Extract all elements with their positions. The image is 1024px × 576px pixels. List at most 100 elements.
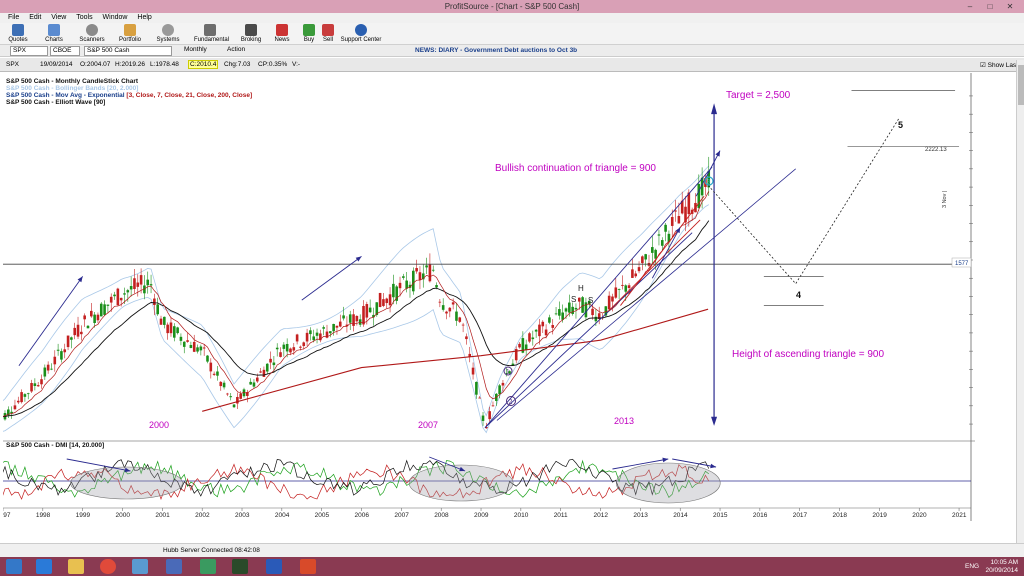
candle-body bbox=[448, 307, 452, 312]
candle-body bbox=[418, 272, 422, 281]
charts-button[interactable]: Charts bbox=[38, 24, 70, 45]
candle-body bbox=[644, 254, 647, 260]
candle-body bbox=[465, 336, 468, 340]
info-high: H:2019.26 bbox=[115, 61, 145, 68]
period-select[interactable]: Monthly bbox=[182, 46, 222, 56]
candle-body bbox=[40, 379, 43, 385]
show-last-checkbox[interactable]: ☑ Show Last bbox=[980, 61, 1018, 69]
price-chart[interactable]: 2500.0002400.0002300.0002200.0002100.000… bbox=[0, 73, 1001, 521]
taskbar: ENG 10:05 AM 20/09/2014 bbox=[0, 557, 1024, 576]
candle-body bbox=[654, 249, 657, 259]
start-button[interactable] bbox=[6, 559, 22, 574]
annotation-2013: 2013 bbox=[614, 416, 634, 426]
legend-ema-name: S&P 500 Cash - Mov Avg - Exponential bbox=[6, 92, 125, 99]
symbol-input[interactable]: SPX bbox=[10, 46, 48, 56]
candle-body bbox=[172, 326, 176, 338]
candle-body bbox=[262, 369, 266, 377]
portfolio-button[interactable]: Portfolio bbox=[114, 24, 146, 45]
menu-edit[interactable]: Edit bbox=[29, 13, 41, 23]
year-tick-label: 2000 bbox=[116, 512, 131, 519]
close-button[interactable]: ✕ bbox=[1000, 0, 1020, 13]
quotes-button[interactable]: Quotes bbox=[2, 24, 34, 45]
candle-body bbox=[299, 346, 302, 348]
app3-icon[interactable] bbox=[200, 559, 216, 574]
candle-body bbox=[564, 308, 568, 312]
candle-body bbox=[133, 278, 136, 290]
word-icon[interactable] bbox=[266, 559, 282, 574]
main-toolbar: Quotes Charts Scanners Portfolio Systems… bbox=[0, 23, 1024, 45]
exchange-field[interactable]: CBOE bbox=[50, 46, 80, 56]
candle-body bbox=[159, 318, 163, 325]
candle-body bbox=[53, 356, 57, 365]
wave-2-label: 2 bbox=[509, 399, 513, 406]
candle-body bbox=[348, 314, 352, 323]
candle-body bbox=[239, 393, 242, 399]
vertical-scrollbar[interactable] bbox=[1016, 60, 1024, 557]
candle-body bbox=[481, 415, 485, 421]
candle-body bbox=[491, 405, 495, 407]
explorer-icon[interactable] bbox=[68, 559, 84, 574]
candle-body bbox=[627, 285, 631, 288]
candle-body bbox=[176, 327, 179, 334]
quote-info-bar: SPX 19/09/2014 O:2004.07 H:2019.26 L:197… bbox=[0, 58, 1024, 72]
menu-tools[interactable]: Tools bbox=[76, 13, 92, 23]
candle-body bbox=[305, 332, 309, 342]
app-icon[interactable] bbox=[132, 559, 148, 574]
menu-help[interactable]: Help bbox=[137, 13, 151, 23]
security-name-field[interactable]: S&P 500 Cash bbox=[84, 46, 172, 56]
candle-body bbox=[136, 282, 140, 287]
menu-window[interactable]: Window bbox=[103, 13, 128, 23]
candle-body bbox=[368, 307, 372, 313]
maximize-button[interactable]: □ bbox=[980, 0, 1000, 13]
menu-file[interactable]: File bbox=[8, 13, 19, 23]
systems-button[interactable]: Systems bbox=[152, 24, 184, 45]
candle-body bbox=[322, 327, 325, 329]
candle-body bbox=[96, 314, 100, 321]
fundamental-button[interactable]: Fundamental bbox=[194, 24, 229, 45]
chart-background bbox=[3, 73, 975, 521]
language-indicator[interactable]: ENG bbox=[965, 563, 979, 570]
candle-body bbox=[129, 286, 133, 290]
candle-body bbox=[651, 247, 654, 253]
info-change-pct: CP:0.35% bbox=[258, 61, 288, 68]
broking-button[interactable]: Broking bbox=[235, 24, 267, 45]
candle-body bbox=[664, 224, 667, 232]
scanners-button[interactable]: Scanners bbox=[76, 24, 108, 45]
candle-body bbox=[551, 324, 555, 328]
portfolio-icon bbox=[124, 24, 136, 36]
minimize-button[interactable]: – bbox=[960, 0, 980, 13]
candle-body bbox=[591, 308, 594, 316]
chart-area[interactable]: 2500.0002400.0002300.0002200.0002100.000… bbox=[0, 73, 1001, 521]
candle-body bbox=[285, 343, 289, 352]
scrollbar-thumb[interactable] bbox=[1018, 65, 1024, 105]
candle-body bbox=[431, 269, 435, 271]
scanners-icon bbox=[86, 24, 98, 36]
candle-body bbox=[50, 368, 53, 370]
info-change: Chg:7.03 bbox=[224, 61, 251, 68]
chrome-icon[interactable] bbox=[100, 559, 116, 574]
candle-body bbox=[438, 301, 442, 303]
news-ticker[interactable]: NEWS: DIARY - Government Debt auctions t… bbox=[415, 47, 577, 54]
app4-icon[interactable] bbox=[232, 559, 248, 574]
candle-body bbox=[20, 392, 23, 403]
ie-icon[interactable] bbox=[36, 559, 52, 574]
candle-body bbox=[123, 293, 126, 295]
sell-icon bbox=[322, 24, 334, 36]
action-menu[interactable]: Action bbox=[225, 46, 257, 56]
pattern-head: H bbox=[578, 284, 584, 293]
app2-icon[interactable] bbox=[166, 559, 182, 574]
candle-body bbox=[169, 322, 173, 334]
candle-body bbox=[660, 240, 664, 246]
profitsource-icon[interactable] bbox=[300, 559, 316, 574]
candle-body bbox=[289, 348, 292, 353]
candle-body bbox=[435, 285, 438, 288]
candle-body bbox=[577, 297, 581, 302]
menu-view[interactable]: View bbox=[51, 13, 66, 23]
year-tick-label: 2006 bbox=[355, 512, 370, 519]
indicator-label: S&P 500 Cash - DMI [14, 20.000] bbox=[6, 442, 104, 449]
window-title: ProfitSource - [Chart - S&P 500 Cash] bbox=[444, 2, 580, 11]
support-center-button[interactable]: Support Center bbox=[340, 24, 382, 45]
candle-body bbox=[571, 306, 574, 314]
candle-body bbox=[362, 305, 365, 325]
candle-body bbox=[66, 335, 70, 348]
